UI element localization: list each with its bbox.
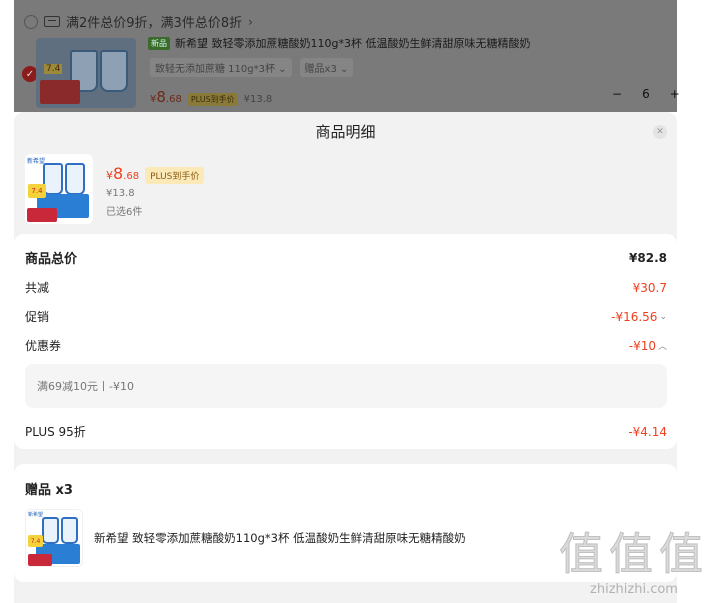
watermark: 值值值 zhizhizhi.com <box>559 518 709 598</box>
original-price: ¥13.8 <box>106 188 135 199</box>
cart-price: ¥8.68 <box>150 88 182 106</box>
promo-value-wrap[interactable]: -¥16.56 ⌄ <box>611 310 667 324</box>
chevron-down-icon: ⌄ <box>659 311 667 322</box>
price-line: ¥8.68 PLUS到手价 <box>106 164 205 184</box>
gift-name[interactable]: 新希望 致轻零添加蔗糖酸奶110g*3杯 低温酸奶生鲜清甜原味无糖精酸奶 <box>94 530 466 546</box>
plus-price-badge: PLUS到手价 <box>145 167 205 184</box>
promo-label: 促销 <box>25 310 50 324</box>
cart-product-title-text: 新希望 致轻零添加蔗糖酸奶110g*3杯 低温酸奶生鲜清甜原味无糖精酸奶 <box>175 37 531 50</box>
sheet-title: 商品明细 <box>315 123 376 141</box>
gift-title: 赠品 x3 <box>25 483 73 498</box>
cart-original-price: ¥13.8 <box>243 94 273 105</box>
product-price: ¥8.68 <box>106 164 140 183</box>
new-tag: 新品 <box>148 36 170 50</box>
yogurt-cup-icon <box>43 163 63 195</box>
reduce-row: 共减 ¥30.7 <box>25 279 667 296</box>
total-value: ¥82.8 <box>629 250 667 265</box>
coupon-value: -¥10 <box>628 338 656 353</box>
coupon-ticket-icon <box>44 16 60 27</box>
page: 满2件总价9折，满3件总价8折 › ✓ 7.4 新品 新希望 致轻零添加蔗糖酸奶… <box>0 0 717 603</box>
total-label: 商品总价 <box>25 252 78 267</box>
cart-price-row: ¥8.68 PLUS到手价 ¥13.8 <box>150 88 272 106</box>
coupon-detail-box: 满69减10元丨-¥10 <box>25 364 667 408</box>
cart-product-title[interactable]: 新品 新希望 致轻零添加蔗糖酸奶110g*3杯 低温酸奶生鲜清甜原味无糖精酸奶 <box>148 35 530 51</box>
chevron-right-icon: › <box>248 14 253 29</box>
coupon-label: 优惠券 <box>25 339 62 353</box>
thumb-badge: 7.4 <box>28 535 43 547</box>
plus-discount-label: PLUS 95折 <box>25 425 86 439</box>
thumb-badge: 7.4 <box>28 184 46 198</box>
plus-price-badge: PLUS到手价 <box>187 93 238 106</box>
select-circle-icon[interactable] <box>24 14 38 29</box>
watermark-site: zhizhizhi.com <box>590 582 678 597</box>
product-thumbnail[interactable]: 新希望 7.4 <box>25 154 93 224</box>
promo-row[interactable]: 满2件总价9折，满3件总价8折 › <box>24 12 253 31</box>
cart-spec-row: 致轻无添加蔗糖 110g*3杯 ⌄ 赠品x3 ⌄ <box>150 58 354 77</box>
reduce-value: ¥30.7 <box>632 280 667 295</box>
gift-thumbnail[interactable]: 新希望 7.4 <box>25 509 83 567</box>
product-box-icon <box>27 208 57 222</box>
watermark-logo: 值值值 <box>559 529 709 581</box>
brand-logo: 新希望 <box>27 158 46 165</box>
price-detail-card: 商品总价 ¥82.8 共减 ¥30.7 促销 -¥16.56 ⌄ 优惠券 -¥10… <box>14 234 677 449</box>
coupon-value-wrap[interactable]: -¥10 ︿ <box>629 339 667 353</box>
yogurt-cup-icon <box>100 50 128 92</box>
yogurt-cup-icon <box>42 517 59 544</box>
yogurt-cup-icon <box>65 163 85 195</box>
product-info: ¥8.68 PLUS到手价 ¥13.8 已选6件 <box>106 164 205 218</box>
yogurt-cup-icon <box>61 517 78 544</box>
coupon-detail-text: 满69减10元丨-¥10 <box>37 380 134 393</box>
promo-detail-row[interactable]: 促销 -¥16.56 ⌄ <box>25 308 667 325</box>
product-box-icon <box>28 554 52 566</box>
coupon-row[interactable]: 优惠券 -¥10 ︿ <box>25 337 667 354</box>
thumb-badge: 7.4 <box>44 64 63 74</box>
product-box-icon <box>40 80 80 104</box>
total-row: 商品总价 ¥82.8 <box>25 248 667 268</box>
spec-select[interactable]: 致轻无添加蔗糖 110g*3杯 ⌄ <box>150 58 292 77</box>
cart-product-thumbnail[interactable]: 7.4 <box>36 38 136 108</box>
plus-discount-value: -¥4.14 <box>628 424 667 439</box>
gift-select[interactable]: 赠品x3 ⌄ <box>299 58 354 77</box>
reduce-label: 共减 <box>25 281 50 295</box>
qty-plus-button[interactable]: + <box>670 87 680 101</box>
plus-discount-row: PLUS 95折 -¥4.14 <box>25 423 667 440</box>
promo-value: -¥16.56 <box>611 309 658 324</box>
brand-logo: 新希望 <box>28 512 44 518</box>
selected-count: 已选6件 <box>106 207 143 218</box>
qty-minus-button[interactable]: − <box>612 87 622 101</box>
qty-value[interactable]: 6 <box>642 87 650 101</box>
close-icon[interactable]: ✕ <box>653 125 667 139</box>
cart-background-overlay[interactable]: 满2件总价9折，满3件总价8折 › ✓ 7.4 新品 新希望 致轻零添加蔗糖酸奶… <box>14 0 680 112</box>
promo-text: 满2件总价9折，满3件总价8折 <box>66 16 243 31</box>
chevron-up-icon: ︿ <box>657 342 667 352</box>
quantity-stepper[interactable]: − 6 + <box>612 87 680 101</box>
